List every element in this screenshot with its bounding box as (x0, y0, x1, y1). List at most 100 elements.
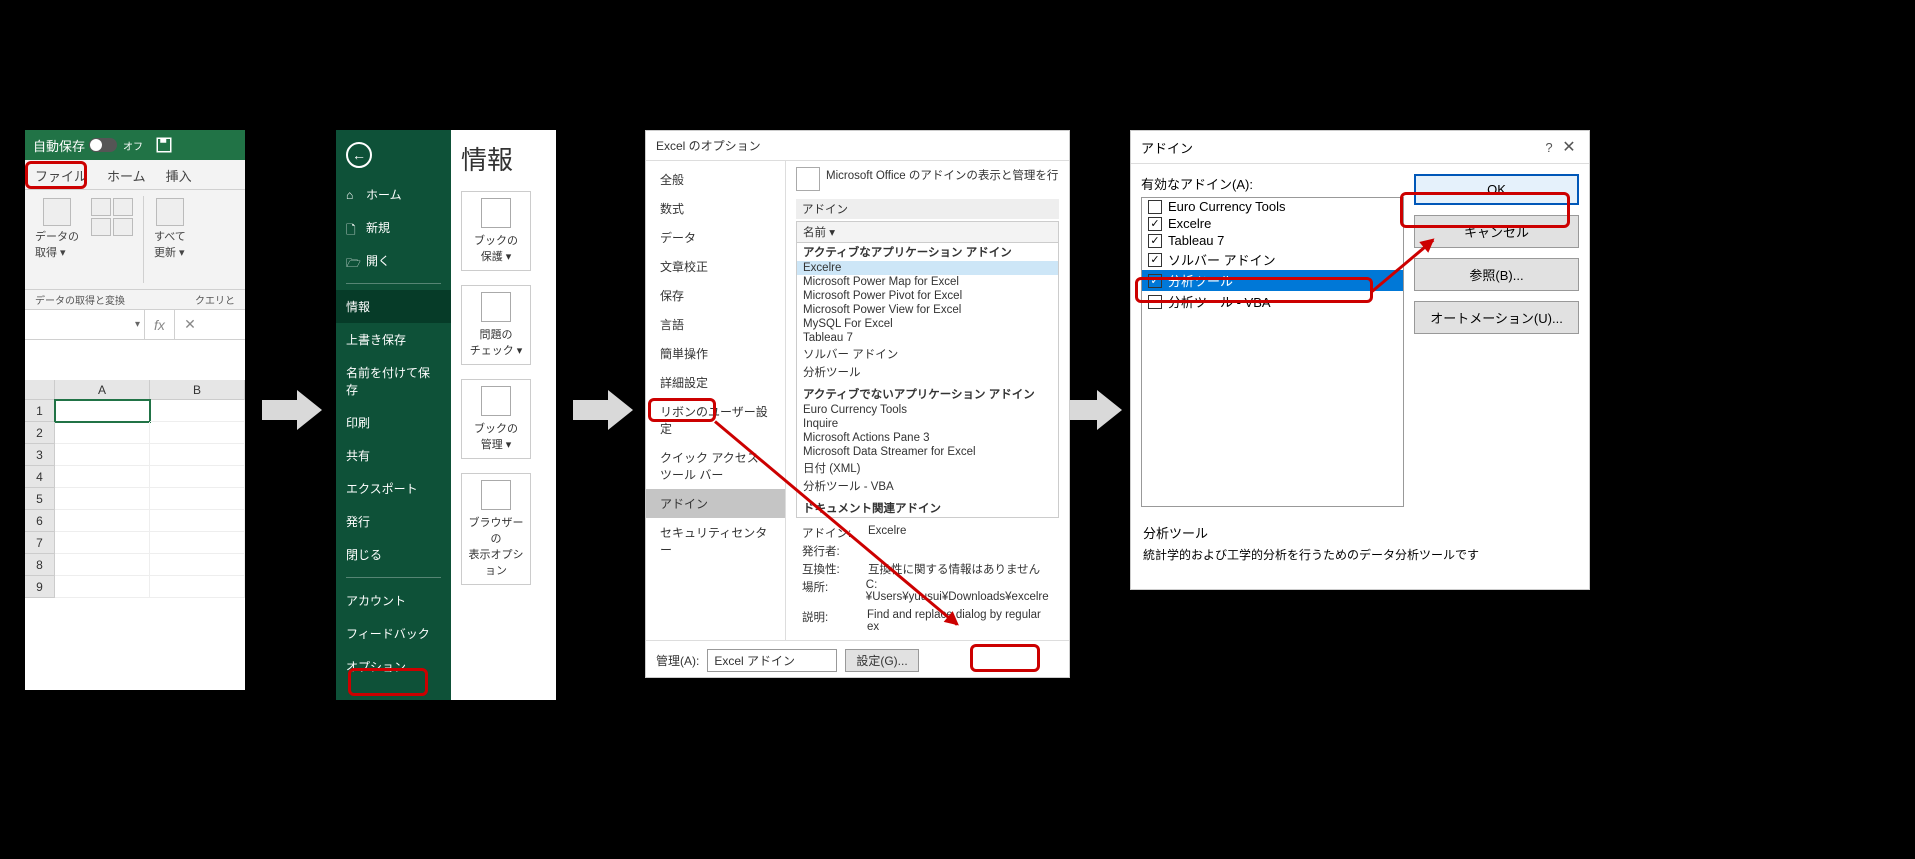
cell[interactable] (150, 576, 245, 598)
addin-row[interactable]: Microsoft Power Pivot for Excel (797, 289, 1058, 303)
close-button[interactable]: ✕ (1559, 137, 1579, 157)
cancel-formula-icon[interactable]: ✕ (175, 310, 205, 339)
nav-share[interactable]: 共有 (336, 439, 451, 472)
manage-workbook-button[interactable]: ブックの管理 ▾ (461, 379, 531, 459)
addin-checkbox-row[interactable]: ✓ソルバー アドイン (1142, 249, 1403, 270)
opt-advanced[interactable]: 詳細設定 (646, 368, 785, 397)
col-header-a[interactable]: A (55, 380, 150, 400)
checkbox[interactable] (1148, 200, 1162, 214)
addins-table[interactable]: 名前 ▾ アクティブなアプリケーション アドイン ExcelreMicrosof… (796, 221, 1059, 518)
opt-general[interactable]: 全般 (646, 165, 785, 194)
addin-row[interactable]: MySQL For Excel (797, 317, 1058, 331)
checkbox[interactable]: ✓ (1148, 234, 1162, 248)
opt-proofing[interactable]: 文章校正 (646, 252, 785, 281)
automation-button[interactable]: オートメーション(U)... (1414, 301, 1579, 334)
opt-qat[interactable]: クイック アクセス ツール バー (646, 443, 785, 489)
addin-row[interactable]: 分析ツール - VBA (797, 477, 1058, 495)
autosave-toggle[interactable]: 自動保存 オフ (33, 136, 143, 155)
cell[interactable] (150, 444, 245, 466)
tab-home[interactable]: ホーム (97, 160, 156, 189)
addin-row[interactable]: Microsoft Power Map for Excel (797, 275, 1058, 289)
fx-icon[interactable]: fx (145, 310, 175, 339)
cell[interactable] (150, 532, 245, 554)
addin-checkbox-row[interactable]: Euro Currency Tools (1142, 198, 1403, 215)
row-header[interactable]: 2 (25, 422, 55, 444)
opt-language[interactable]: 言語 (646, 310, 785, 339)
select-all-corner[interactable] (25, 380, 55, 400)
checkbox[interactable]: ✓ (1148, 217, 1162, 231)
browse-button[interactable]: 参照(B)... (1414, 258, 1579, 291)
protect-workbook-button[interactable]: ブックの保護 ▾ (461, 191, 531, 271)
nav-feedback[interactable]: フィードバック (336, 617, 451, 650)
addin-row[interactable]: ソルバー アドイン (797, 345, 1058, 363)
nav-info[interactable]: 情報 (336, 290, 451, 323)
cell[interactable] (150, 554, 245, 576)
cell[interactable] (150, 488, 245, 510)
cell[interactable] (55, 400, 150, 422)
cell[interactable] (55, 422, 150, 444)
nav-account[interactable]: アカウント (336, 584, 451, 617)
save-icon[interactable] (155, 136, 173, 154)
cell[interactable] (150, 466, 245, 488)
back-button[interactable]: ← (346, 142, 372, 168)
opt-trust[interactable]: セキュリティセンター (646, 518, 785, 564)
row-header[interactable]: 9 (25, 576, 55, 598)
check-issues-button[interactable]: 問題のチェック ▾ (461, 285, 531, 365)
cell[interactable] (55, 576, 150, 598)
from-web-icon[interactable] (113, 198, 133, 216)
addin-row[interactable]: Euro Currency Tools (797, 403, 1058, 417)
opt-data[interactable]: データ (646, 223, 785, 252)
browser-view-button[interactable]: ブラウザーの表示オプション (461, 473, 531, 585)
nav-saveas[interactable]: 名前を付けて保存 (336, 356, 451, 406)
opt-save[interactable]: 保存 (646, 281, 785, 310)
col-header-b[interactable]: B (150, 380, 245, 400)
nav-print[interactable]: 印刷 (336, 406, 451, 439)
addin-row[interactable]: Microsoft Data Streamer for Excel (797, 445, 1058, 459)
addin-row[interactable]: Microsoft Actions Pane 3 (797, 431, 1058, 445)
cell[interactable] (55, 554, 150, 576)
row-header[interactable]: 4 (25, 466, 55, 488)
row-header[interactable]: 8 (25, 554, 55, 576)
checkbox[interactable]: ✓ (1148, 274, 1162, 288)
nav-options[interactable]: オプション (336, 650, 451, 683)
addin-row[interactable]: Tableau 7 (797, 331, 1058, 345)
cell[interactable] (55, 466, 150, 488)
addins-listbox[interactable]: Euro Currency Tools✓Excelre✓Tableau 7✓ソル… (1141, 197, 1404, 507)
addin-row[interactable]: Microsoft Power View for Excel (797, 303, 1058, 317)
tab-insert[interactable]: 挿入 (156, 160, 202, 189)
addin-checkbox-row[interactable]: 分析ツール - VBA (1142, 291, 1403, 312)
row-header[interactable]: 3 (25, 444, 55, 466)
cell[interactable] (55, 488, 150, 510)
addins-col-name[interactable]: 名前 ▾ (797, 222, 1058, 243)
cell[interactable] (55, 444, 150, 466)
from-table-icon[interactable] (91, 218, 111, 236)
cell[interactable] (150, 400, 245, 422)
row-header[interactable]: 7 (25, 532, 55, 554)
opt-ease[interactable]: 簡単操作 (646, 339, 785, 368)
nav-home[interactable]: ⌂ホーム (336, 178, 451, 211)
addin-row[interactable]: Excelre (797, 261, 1058, 275)
addin-row[interactable]: 分析ツール (797, 363, 1058, 381)
ok-button[interactable]: OK (1414, 174, 1579, 205)
nav-export[interactable]: エクスポート (336, 472, 451, 505)
settings-button[interactable]: 設定(G)... (845, 649, 918, 672)
row-header[interactable]: 5 (25, 488, 55, 510)
cell[interactable] (150, 422, 245, 444)
from-text-icon[interactable] (91, 198, 111, 216)
get-data-button[interactable]: データの取得 ▾ (31, 196, 83, 283)
addin-checkbox-row[interactable]: ✓Tableau 7 (1142, 232, 1403, 249)
nav-new[interactable]: 🗋新規 (336, 211, 451, 244)
row-header[interactable]: 6 (25, 510, 55, 532)
nav-close[interactable]: 閉じる (336, 538, 451, 571)
nav-save[interactable]: 上書き保存 (336, 323, 451, 356)
nav-publish[interactable]: 発行 (336, 505, 451, 538)
opt-addins[interactable]: アドイン (646, 489, 785, 518)
addin-row[interactable]: 日付 (XML) (797, 459, 1058, 477)
checkbox[interactable]: ✓ (1148, 253, 1162, 267)
row-header[interactable]: 1 (25, 400, 55, 422)
name-box[interactable]: ▾ (25, 310, 145, 339)
cell[interactable] (150, 510, 245, 532)
checkbox[interactable] (1148, 295, 1162, 309)
opt-formulas[interactable]: 数式 (646, 194, 785, 223)
cell[interactable] (55, 510, 150, 532)
